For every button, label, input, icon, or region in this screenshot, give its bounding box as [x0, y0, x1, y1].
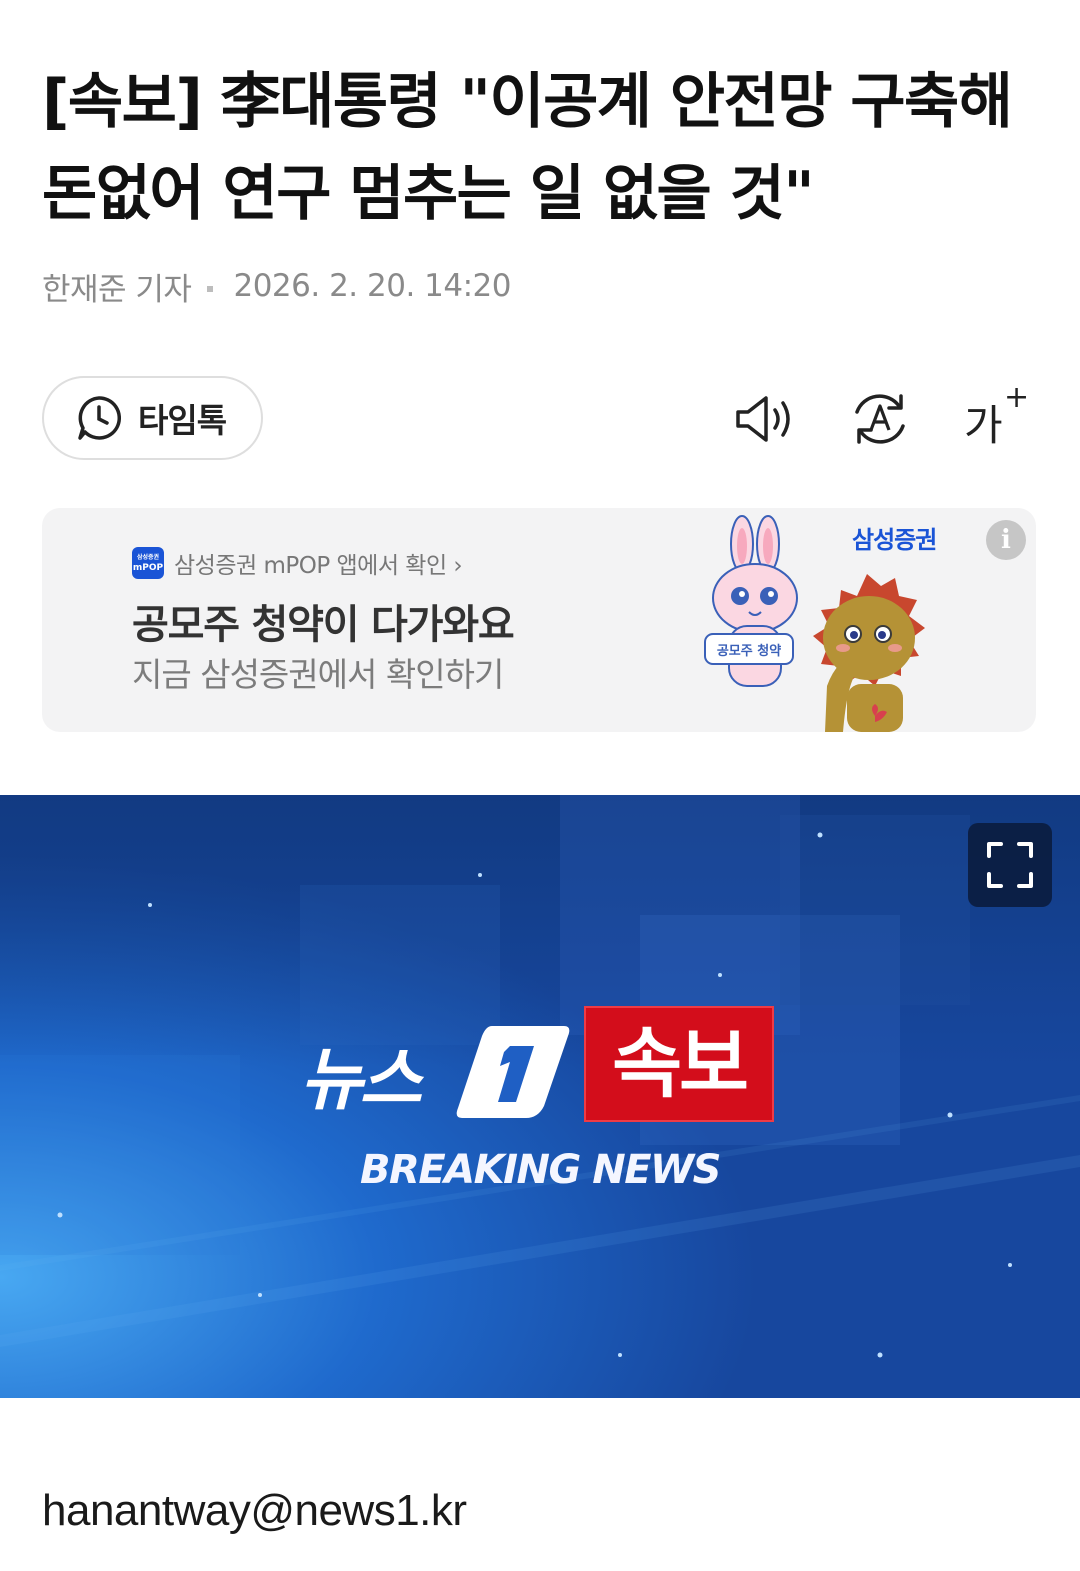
- article-hero-image[interactable]: 뉴스 1 속보 BREAKING NEWS: [0, 795, 1080, 1398]
- news1-logo-text: 뉴스: [300, 1041, 422, 1120]
- news1-badge-text: 1: [452, 1022, 453, 1023]
- advertiser-logo: 삼성증권: [852, 526, 937, 554]
- article-headline: [속보] 李대통령 "이공계 안전망 구축해 돈없어 연구 멈추는 일 없을 것…: [42, 67, 1013, 229]
- ad-subtitle: 지금 삼성증권에서 확인하기: [132, 655, 504, 694]
- ad-brand-row[interactable]: 삼성증권 mPOP 삼성증권 mPOP 앱에서 확인 ›: [132, 546, 463, 580]
- timetalk-button[interactable]: 타임톡: [42, 376, 263, 460]
- reporter-email[interactable]: hanantway@news1.kr: [42, 1486, 467, 1536]
- news1-breaking-logo: 뉴스 1 속보: [300, 1006, 780, 1130]
- ad-banner[interactable]: 삼성증권 mPOP 삼성증권 mPOP 앱에서 확인 › 공모주 청약이 다가와…: [42, 508, 1036, 732]
- font-size-label: 가: [964, 401, 1003, 450]
- news1-badge-icon: 1: [452, 1022, 570, 1118]
- font-size-plus-icon: +: [1004, 380, 1030, 415]
- article-toolbar: 타임톡 가 +: [42, 376, 1038, 460]
- article-meta: 한재준 기자 2026. 2. 20. 14:20: [42, 264, 511, 308]
- text-to-speech-button[interactable]: [732, 386, 798, 452]
- mascot-sign-text: 공모주 청약: [717, 643, 781, 659]
- ad-title: 공모주 청약이 다가와요: [132, 602, 515, 648]
- breaking-label-box: 속보: [584, 1006, 774, 1122]
- article-timestamp: 2026. 2. 20. 14:20: [233, 268, 511, 304]
- timetalk-clock-icon: [78, 396, 122, 440]
- mpop-icon-small-text: 삼성증권: [136, 554, 160, 561]
- auto-translate-button[interactable]: [847, 386, 913, 452]
- breaking-news-text: BREAKING NEWS: [360, 1147, 721, 1193]
- fullscreen-icon: [987, 842, 1033, 888]
- ad-brand-line: 삼성증권 mPOP 앱에서 확인 ›: [174, 553, 463, 579]
- fullscreen-button[interactable]: [968, 823, 1052, 907]
- mpop-icon-main-text: mPOP: [132, 563, 164, 573]
- speaker-icon: [736, 396, 790, 442]
- auto-translate-icon: [855, 394, 905, 444]
- ad-info-icon[interactable]: i: [986, 520, 1026, 560]
- timetalk-label: 타임톡: [138, 401, 227, 440]
- reporter-name[interactable]: 한재준 기자: [42, 264, 192, 309]
- meta-separator: [207, 286, 214, 292]
- mpop-app-icon: 삼성증권 mPOP: [132, 547, 164, 579]
- font-size-button[interactable]: 가 +: [962, 380, 1032, 450]
